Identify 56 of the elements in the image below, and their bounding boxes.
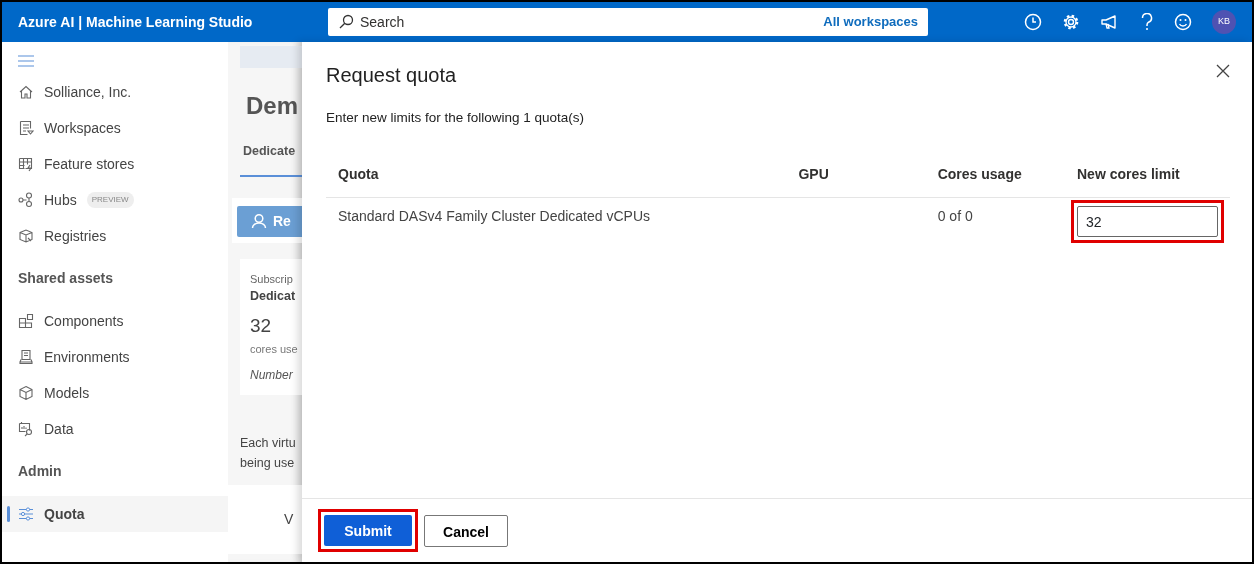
section-heading: Admin [17, 462, 63, 481]
header-bar [240, 46, 302, 68]
table-cell: 0 of 0 [925, 197, 1065, 246]
new-limit-field[interactable]: 32 [1077, 206, 1218, 238]
cancel-button[interactable]: Cancel [424, 514, 508, 547]
section-heading: Shared assets [17, 269, 114, 288]
sidebar-item[interactable]: Hubs PREVIEW [2, 182, 228, 218]
sidebar-item[interactable]: Models [2, 375, 228, 411]
column-header: New cores limit [1065, 152, 1230, 198]
components-icon [18, 313, 34, 329]
search-placeholder: Search [360, 12, 405, 32]
search-field[interactable]: Search All workspaces [328, 8, 928, 36]
page-text: Each virtu being use [240, 434, 296, 472]
nodes-icon [18, 192, 34, 208]
sidebar-item[interactable]: Components [2, 303, 228, 339]
help-icon[interactable] [1140, 13, 1154, 31]
sidebar-item[interactable]: Solliance, Inc. [2, 74, 228, 110]
list-icon [18, 120, 34, 136]
sidebar-item[interactable]: Registries [2, 218, 228, 254]
preview-badge: PREVIEW [86, 192, 134, 208]
page-title: Dem [246, 91, 300, 121]
card-value: 32 [250, 314, 273, 338]
card-unit: cores use [250, 341, 299, 357]
sidebar-item[interactable]: Workspaces [2, 110, 228, 146]
table-icon [18, 156, 34, 172]
settings-icon[interactable] [1062, 13, 1080, 31]
data-icon [18, 421, 34, 437]
sidebar-item[interactable]: Quota [2, 496, 228, 532]
sidebar-item[interactable]: Feature stores [2, 146, 228, 182]
card-label: Subscrip [250, 271, 294, 287]
clock-icon[interactable] [1024, 13, 1042, 31]
cube-icon [18, 385, 34, 401]
search-icon [338, 14, 354, 30]
app-title: Azure AI | Machine Learning Studio [18, 12, 254, 32]
card-title: Dedicat [250, 288, 297, 306]
sidebar-item[interactable]: Environments [2, 339, 228, 375]
submit-button[interactable]: Submit [324, 515, 412, 546]
person-icon [251, 213, 267, 230]
package-icon [18, 228, 34, 244]
sidebar-item[interactable]: Data [2, 411, 228, 447]
dialog-description: Enter new limits for the following 1 quota(s) [326, 109, 586, 127]
workspace-scope-link[interactable]: All workspaces [823, 12, 918, 32]
close-icon[interactable] [1216, 64, 1230, 78]
user-avatar[interactable]: KB [1212, 10, 1236, 34]
home-icon [18, 84, 34, 100]
card-note: Number [250, 367, 294, 384]
table-cell: V [284, 510, 294, 527]
column-header: Quota [326, 152, 787, 198]
smiley-icon[interactable] [1174, 13, 1192, 31]
dialog-title: Request quota [326, 63, 457, 88]
column-header: GPU [786, 152, 926, 198]
page-tab[interactable]: Dedicate [240, 142, 302, 177]
table-cell: Standard DASv4 Family Cluster Dedicated vCPUs [326, 197, 787, 246]
column-header: Cores usage [925, 152, 1065, 198]
computer-icon [18, 349, 34, 365]
sliders-icon [18, 506, 34, 522]
